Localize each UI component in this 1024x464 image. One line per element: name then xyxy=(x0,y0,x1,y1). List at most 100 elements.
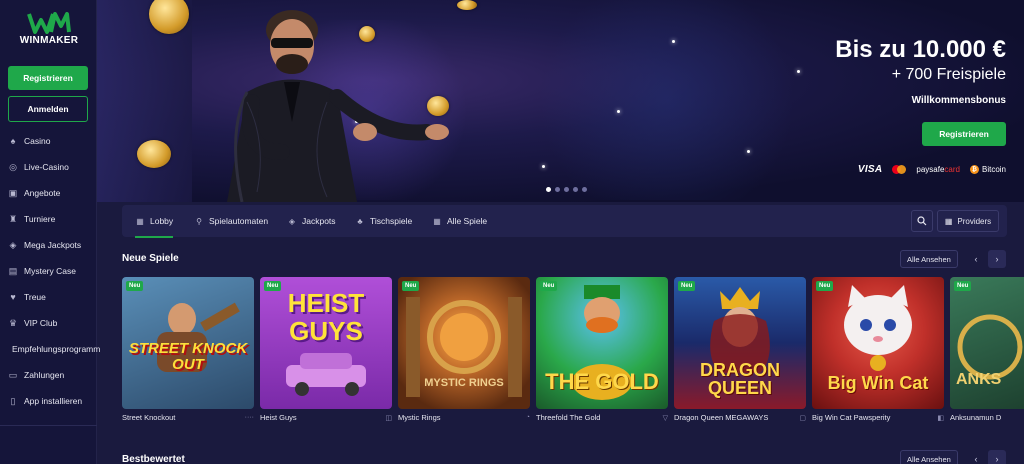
sidebar-item-label: App installieren xyxy=(24,396,83,406)
prev-arrow-button[interactable]: ‹ xyxy=(967,250,985,268)
sidebar-item-vip-club[interactable]: ♛ VIP Club xyxy=(0,310,97,336)
sidebar-item-install-app[interactable]: ▯ App installieren xyxy=(0,388,97,414)
game-card[interactable]: Neu DRAGON QUEEN Dragon Queen MEGAWAYS ▢ xyxy=(674,277,806,422)
sidebar-nav: ♠ Casino ◎ Live-Casino ▣ Angebote ♜ Turn… xyxy=(0,128,101,414)
hero-register-button[interactable]: Registrieren xyxy=(922,122,1006,146)
chevron-left-icon: ‹ xyxy=(974,254,978,264)
logo-mark-icon xyxy=(27,12,71,34)
tab-slots[interactable]: ⚲ Spielautomaten xyxy=(194,205,268,237)
chevron-right-icon: › xyxy=(995,454,999,464)
wallet-icon: ▭ xyxy=(8,369,18,380)
see-all-button[interactable]: Alle Ansehen xyxy=(900,250,958,268)
new-games-row: Neu STREET KNOCK OUT Street Knockout ···… xyxy=(122,277,1024,427)
game-card[interactable]: Neu THE GOLD Threefold The Gold ▽ xyxy=(536,277,668,422)
grid-icon: ▦ xyxy=(136,216,144,226)
game-art-title: MYSTIC RINGS xyxy=(424,377,504,389)
mastercard-icon xyxy=(892,165,907,174)
game-art-title: THE GOLD xyxy=(545,369,659,394)
prev-arrow-button[interactable]: ‹ xyxy=(967,450,985,464)
game-art-title: DRAGON QUEEN xyxy=(700,360,780,398)
tab-label: Spielautomaten xyxy=(209,216,269,226)
new-badge: Neu xyxy=(126,281,144,291)
search-button[interactable] xyxy=(911,210,933,232)
sidebar-item-loyalty[interactable]: ♥ Treue xyxy=(0,284,97,310)
sidebar-item-label: Live-Casino xyxy=(24,162,69,172)
sidebar-item-payments[interactable]: ▭ Zahlungen xyxy=(0,362,97,388)
hero-label: Willkommensbonus xyxy=(911,95,1006,106)
carousel-dot[interactable] xyxy=(555,187,560,192)
game-card[interactable]: Neu Big Win Cat Big Win Cat Pawsperity ◧ xyxy=(812,277,944,422)
chevron-left-icon: ‹ xyxy=(974,454,978,464)
bitcoin-icon: ₿ xyxy=(969,165,979,174)
tab-lobby[interactable]: ▦ Lobby xyxy=(135,205,174,238)
winmaker-logo[interactable]: WINMAKER xyxy=(14,12,84,52)
payment-methods: VISA paysafecard ₿ Bitcoin xyxy=(858,164,1006,175)
tab-jackpots[interactable]: ◈ Jackpots xyxy=(287,205,336,237)
coin xyxy=(137,140,171,168)
carousel-dot[interactable] xyxy=(546,187,551,192)
sidebar-item-live-casino[interactable]: ◎ Live-Casino xyxy=(0,154,97,180)
jackpot-icon: ◈ xyxy=(9,239,17,250)
see-all-button[interactable]: Alle Ansehen xyxy=(900,450,958,464)
tab-label: Tischspiele xyxy=(370,216,413,226)
game-art-title: STREET KNOCK OUT xyxy=(128,340,248,373)
crown-icon: ♛ xyxy=(8,317,18,328)
sparkle xyxy=(797,70,800,73)
next-arrow-button[interactable]: › xyxy=(988,250,1006,268)
carousel-dot[interactable] xyxy=(573,187,578,192)
login-button[interactable]: Anmelden xyxy=(8,96,88,122)
chip-icon: ◎ xyxy=(9,161,17,172)
game-thumbnail[interactable]: Neu ANKS xyxy=(950,277,1024,409)
hero-banner[interactable]: Bis zu 10.000 € + 700 Freispiele Willkom… xyxy=(97,0,1024,202)
sidebar-item-label: Mega Jackpots xyxy=(24,240,82,250)
new-badge: Neu xyxy=(540,281,558,291)
slot-icon: ⚲ xyxy=(196,216,202,226)
sparkle xyxy=(672,40,675,43)
sidebar-item-tournaments[interactable]: ♜ Turniere xyxy=(0,206,97,232)
sidebar-item-mystery-case[interactable]: ▤ Mystery Case xyxy=(0,258,97,284)
sidebar-item-label: Treue xyxy=(24,292,46,302)
game-thumbnail[interactable]: Neu MYSTIC RINGS xyxy=(398,277,530,409)
game-thumbnail[interactable]: Neu STREET KNOCK OUT xyxy=(122,277,254,409)
carousel-dot[interactable] xyxy=(564,187,569,192)
sidebar-item-casino[interactable]: ♠ Casino xyxy=(0,128,97,154)
game-card[interactable]: Neu MYSTIC RINGS Mystic Rings ◔ xyxy=(398,277,530,422)
game-card[interactable]: Neu STREET KNOCK OUT Street Knockout ···… xyxy=(122,277,254,422)
game-card[interactable]: Neu HEIST GUYS Heist Guys ◫ xyxy=(260,277,392,422)
provider-icon: ◔ xyxy=(525,414,530,421)
hero-subtitle: + 700 Freispiele xyxy=(891,66,1006,83)
game-art xyxy=(957,314,1023,380)
next-arrow-button[interactable]: › xyxy=(988,450,1006,464)
game-thumbnail[interactable]: Neu HEIST GUYS xyxy=(260,277,392,409)
game-art-title: ANKS xyxy=(956,371,1002,388)
tab-table-games[interactable]: ♣ Tischspiele xyxy=(355,205,412,237)
phone-icon: ▯ xyxy=(10,395,16,406)
providers-button[interactable]: ▦ Providers xyxy=(937,210,999,232)
carousel-dot[interactable] xyxy=(582,187,587,192)
sidebar-divider xyxy=(0,425,97,426)
game-card[interactable]: Neu ANKS Anksunamun D xyxy=(950,277,1024,422)
game-thumbnail[interactable]: Neu Big Win Cat xyxy=(812,277,944,409)
new-badge: Neu xyxy=(954,281,972,291)
grid-icon: ▦ xyxy=(433,216,441,226)
cards-icon: ♣ xyxy=(357,216,363,226)
register-button[interactable]: Registrieren xyxy=(8,66,88,90)
tab-label: Jackpots xyxy=(302,216,336,226)
new-badge: Neu xyxy=(264,281,282,291)
sparkle xyxy=(542,165,545,168)
game-thumbnail[interactable]: Neu DRAGON QUEEN xyxy=(674,277,806,409)
tab-label: Alle Spiele xyxy=(447,216,488,226)
sidebar-item-referral[interactable]: Empfehlungsprogramm xyxy=(0,336,100,362)
provider-icon: ◧ xyxy=(937,414,944,422)
game-art-title: Big Win Cat xyxy=(827,373,929,393)
tab-all-games[interactable]: ▦ Alle Spiele xyxy=(432,205,487,237)
gift-icon: ▣ xyxy=(8,187,18,198)
game-thumbnail[interactable]: Neu THE GOLD xyxy=(536,277,668,409)
sidebar-item-mega-jackpots[interactable]: ◈ Mega Jackpots xyxy=(0,232,97,258)
sidebar-item-offers[interactable]: ▣ Angebote xyxy=(0,180,97,206)
carousel-dots[interactable] xyxy=(546,187,587,192)
spade-icon: ♠ xyxy=(10,136,16,146)
tab-label: Lobby xyxy=(150,216,174,226)
jackpot-icon: ◈ xyxy=(288,216,296,226)
game-name: Big Win Cat Pawsperity xyxy=(812,413,891,422)
